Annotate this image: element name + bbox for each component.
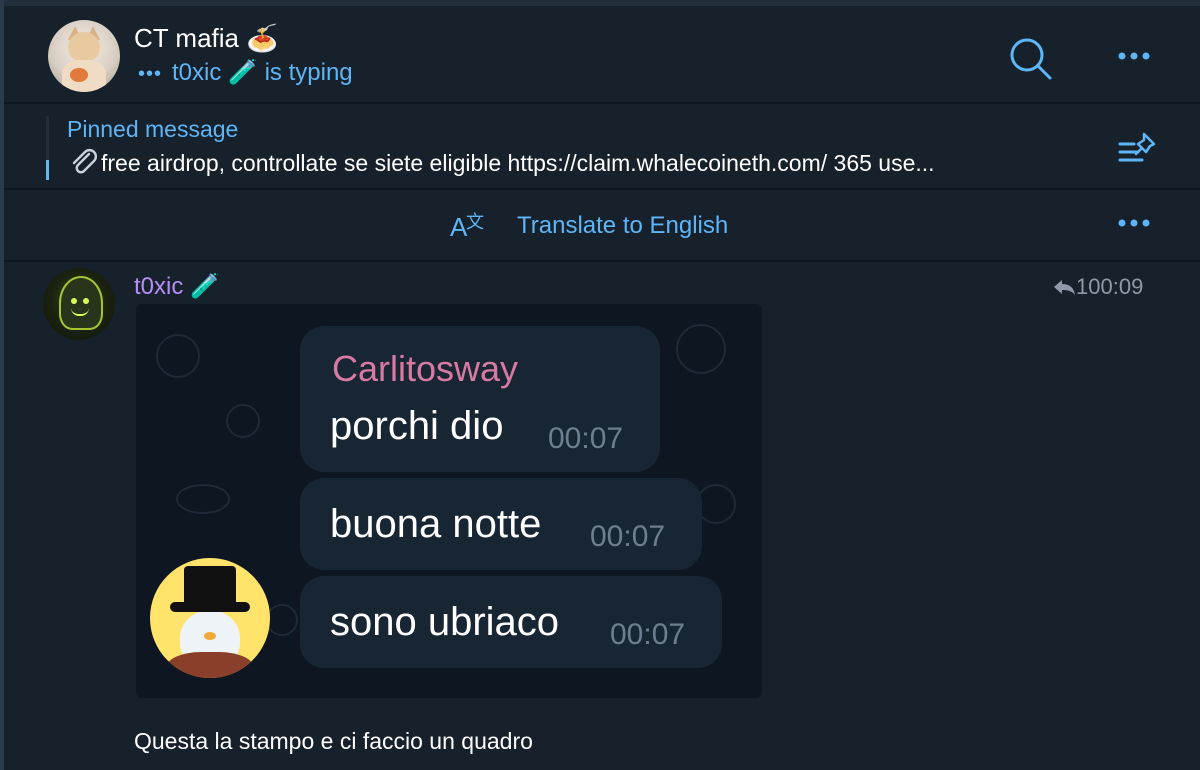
chat-header[interactable]: CT mafia 🍝 ••• t0xic 🧪 is typing bbox=[4, 6, 1200, 104]
translate-bar[interactable]: A 文 Translate to English bbox=[4, 190, 1200, 262]
embedded-text-3: sono ubriaco bbox=[330, 600, 560, 644]
message-meta: 100:09 bbox=[1052, 274, 1143, 300]
message-photo[interactable]: Carlitosway porchi dio 00:07 buona notte… bbox=[136, 304, 762, 698]
reply-count[interactable]: 1 bbox=[1076, 274, 1088, 299]
reply-icon[interactable] bbox=[1052, 278, 1076, 296]
search-icon[interactable] bbox=[1008, 36, 1052, 80]
embedded-bubble-1: Carlitosway porchi dio 00:07 bbox=[300, 326, 660, 472]
typing-dots: ••• bbox=[138, 63, 163, 85]
message-time: 00:09 bbox=[1088, 274, 1144, 299]
pinned-message-text: free airdrop, controllate se siete eligi… bbox=[101, 150, 935, 176]
more-options-icon[interactable] bbox=[1112, 38, 1156, 74]
message-caption: Questa la stampo e ci faccio un quadro bbox=[134, 728, 533, 754]
embedded-time-3: 00:07 bbox=[610, 618, 686, 651]
svg-text:文: 文 bbox=[466, 212, 484, 233]
embedded-avatar bbox=[150, 558, 270, 678]
embedded-sender-name: Carlitosway bbox=[332, 348, 519, 389]
group-avatar[interactable] bbox=[48, 20, 120, 92]
sender-avatar[interactable] bbox=[43, 268, 115, 340]
translate-options-icon[interactable] bbox=[1112, 208, 1156, 238]
embedded-text-2: buona notte bbox=[330, 502, 542, 546]
embedded-text-1: porchi dio bbox=[330, 404, 504, 448]
sender-name[interactable]: t0xic 🧪 bbox=[134, 272, 220, 301]
embedded-time-1: 00:07 bbox=[548, 422, 624, 455]
pinned-text: free airdrop, controllate se siete eligi… bbox=[67, 148, 1107, 177]
paperclip-icon bbox=[72, 149, 97, 174]
embedded-time-2: 00:07 bbox=[590, 520, 666, 553]
embedded-bubble-2: buona notte 00:07 bbox=[300, 478, 702, 570]
pinned-message-bar[interactable]: Pinned message free airdrop, controllate… bbox=[4, 104, 1200, 190]
translate-button[interactable]: Translate to English bbox=[517, 212, 728, 240]
pinned-list-icon[interactable] bbox=[1116, 130, 1160, 166]
pinned-indicator-active bbox=[46, 160, 49, 180]
embedded-bubble-3: sono ubriaco 00:07 bbox=[300, 576, 722, 668]
pinned-label: Pinned message bbox=[67, 116, 239, 142]
typing-indicator: ••• t0xic 🧪 is typing bbox=[138, 58, 353, 87]
chat-title[interactable]: CT mafia 🍝 bbox=[134, 23, 279, 54]
typing-suffix: is typing bbox=[264, 59, 353, 86]
typing-user: t0xic 🧪 bbox=[172, 59, 258, 86]
translate-icon: A 文 bbox=[450, 212, 484, 242]
message-list[interactable]: t0xic 🧪 100:09 Carlitosway porchi dio 00… bbox=[4, 262, 1200, 770]
